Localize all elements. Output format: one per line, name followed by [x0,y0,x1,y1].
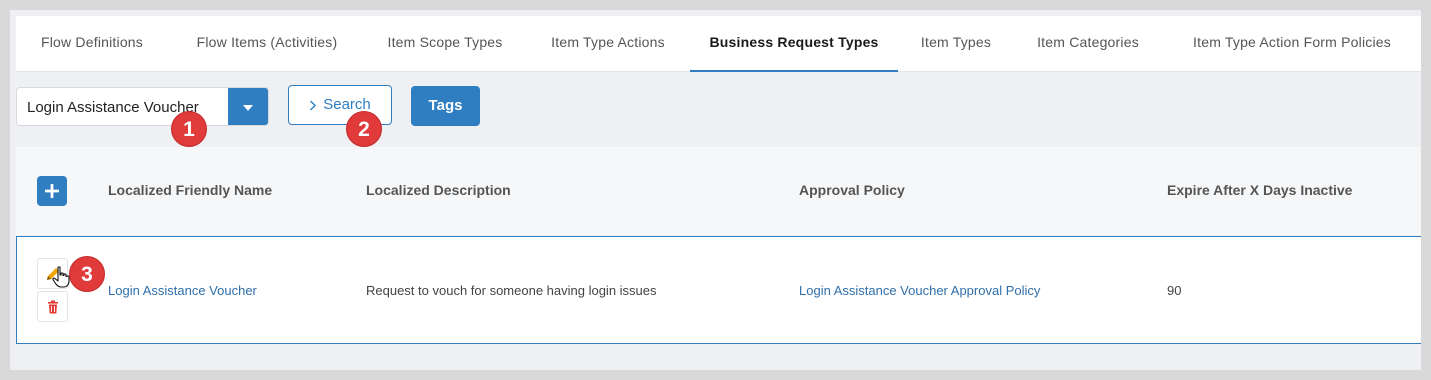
cell-approval-policy[interactable]: Login Assistance Voucher Approval Policy [799,283,1040,298]
column-header-description[interactable]: Localized Description [366,182,511,198]
tab-flow-definitions[interactable]: Flow Definitions [33,16,151,72]
app-frame: Flow Definitions Flow Items (Activities)… [10,10,1421,370]
tab-item-scope-types[interactable]: Item Scope Types [381,16,509,72]
hand-pointer-icon [52,266,70,288]
trash-icon [47,300,58,313]
tags-button[interactable]: Tags [411,86,480,126]
cell-expire-days: 90 [1167,283,1182,298]
cell-description: Request to vouch for someone having logi… [366,283,657,298]
tab-item-categories[interactable]: Item Categories [1030,16,1146,72]
business-request-type-select[interactable]: Login Assistance Voucher [16,87,269,126]
tab-bar: Flow Definitions Flow Items (Activities)… [16,16,1421,72]
step-badge-2: 2 [346,111,382,147]
dropdown-button[interactable] [228,88,268,125]
chevron-right-icon [310,100,317,111]
cell-friendly-name[interactable]: Login Assistance Voucher [108,283,257,298]
add-button[interactable] [37,176,67,206]
tab-flow-items[interactable]: Flow Items (Activities) [186,16,348,72]
tab-item-type-action-form-policies[interactable]: Item Type Action Form Policies [1180,16,1404,72]
tab-business-request-types[interactable]: Business Request Types [690,16,898,72]
column-header-expire-days[interactable]: Expire After X Days Inactive [1167,182,1352,198]
tab-item-types[interactable]: Item Types [916,16,996,72]
step-badge-1: 1 [171,111,207,147]
delete-button[interactable] [37,291,68,322]
plus-icon [45,184,59,198]
tab-item-type-actions[interactable]: Item Type Actions [543,16,673,72]
column-header-approval-policy[interactable]: Approval Policy [799,182,905,198]
column-header-friendly-name[interactable]: Localized Friendly Name [108,182,272,198]
caret-down-icon [243,104,253,111]
step-badge-3: 3 [69,256,105,292]
